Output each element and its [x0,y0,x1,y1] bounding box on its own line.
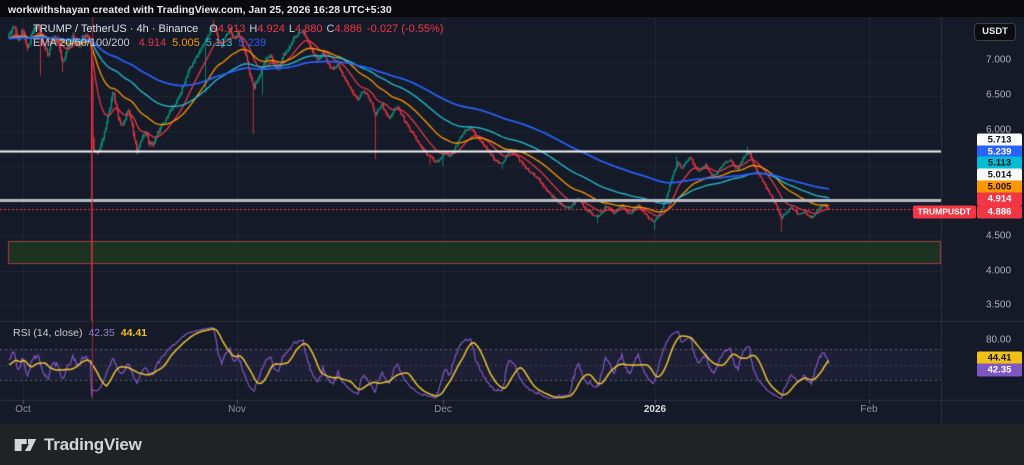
price-badge: 4.914 [977,193,1022,206]
attribution-text: workwithshayan created with TradingView.… [0,2,392,19]
ema100-value: 5.113 [206,37,233,49]
currency-toggle-button[interactable]: USDT [974,23,1016,41]
attribution-bar: workwithshayan created with TradingView.… [0,0,1024,17]
ema50-value: 5.005 [172,37,200,49]
price-tick: 7.000 [986,55,1011,66]
rsi-tick: 80.00 [986,335,1011,346]
time-label: Nov [228,404,246,415]
price-tick: 4.500 [986,231,1011,242]
rsi-legend[interactable]: RSI (14, close) 42.35 44.41 [13,327,147,339]
time-label: 2026 [644,404,666,415]
close-value: 4.886 [334,23,362,35]
footer-bar: TradingView [0,424,1024,465]
change-value: -0.027 (-0.55%) [367,23,443,35]
ema20-value: 4.914 [139,37,167,49]
low-value: 4.880 [295,23,323,35]
price-tick: 6.500 [986,90,1011,101]
rsi-badge: 42.35 [977,364,1022,377]
time-label: Feb [860,404,877,415]
time-label: Dec [434,404,452,415]
price-tick: 3.500 [986,300,1011,311]
price-badge: 4.886 [977,206,1022,219]
ema-label: EMA 20/50/100/200 [33,37,130,49]
rsi-value: 42.35 [88,327,114,339]
high-value: 4.924 [257,23,285,35]
price-chart-canvas[interactable] [0,0,1024,465]
time-label: Oct [15,404,31,415]
price-tick: 4.000 [986,266,1011,277]
open-value: 4.913 [218,23,246,35]
ema200-value: 5.239 [238,37,266,49]
rsi-label: RSI (14, close) [13,327,82,339]
tradingview-logo-link[interactable]: TradingView [13,433,142,457]
ema-legend[interactable]: EMA 20/50/100/200 4.914 5.005 5.113 5.239 [33,37,266,49]
tradingview-snapshot: workwithshayan created with TradingView.… [0,0,1024,465]
time-axis[interactable]: Oct Nov Dec 2026 Feb [0,400,941,424]
tradingview-wordmark: TradingView [44,435,142,455]
rsi-ma-value: 44.41 [121,327,147,339]
tradingview-logo-icon [13,433,37,457]
price-scale[interactable]: 7.0006.5006.0004.5004.0003.5005.7135.239… [941,17,1024,424]
symbol-title: TRUMP / TetherUS · 4h · Binance [33,23,198,35]
open-label: O [209,23,218,35]
symbol-price-badge: TRUMPUSDT [913,206,976,219]
symbol-legend[interactable]: TRUMP / TetherUS · 4h · BinanceO4.913H4.… [33,23,443,35]
